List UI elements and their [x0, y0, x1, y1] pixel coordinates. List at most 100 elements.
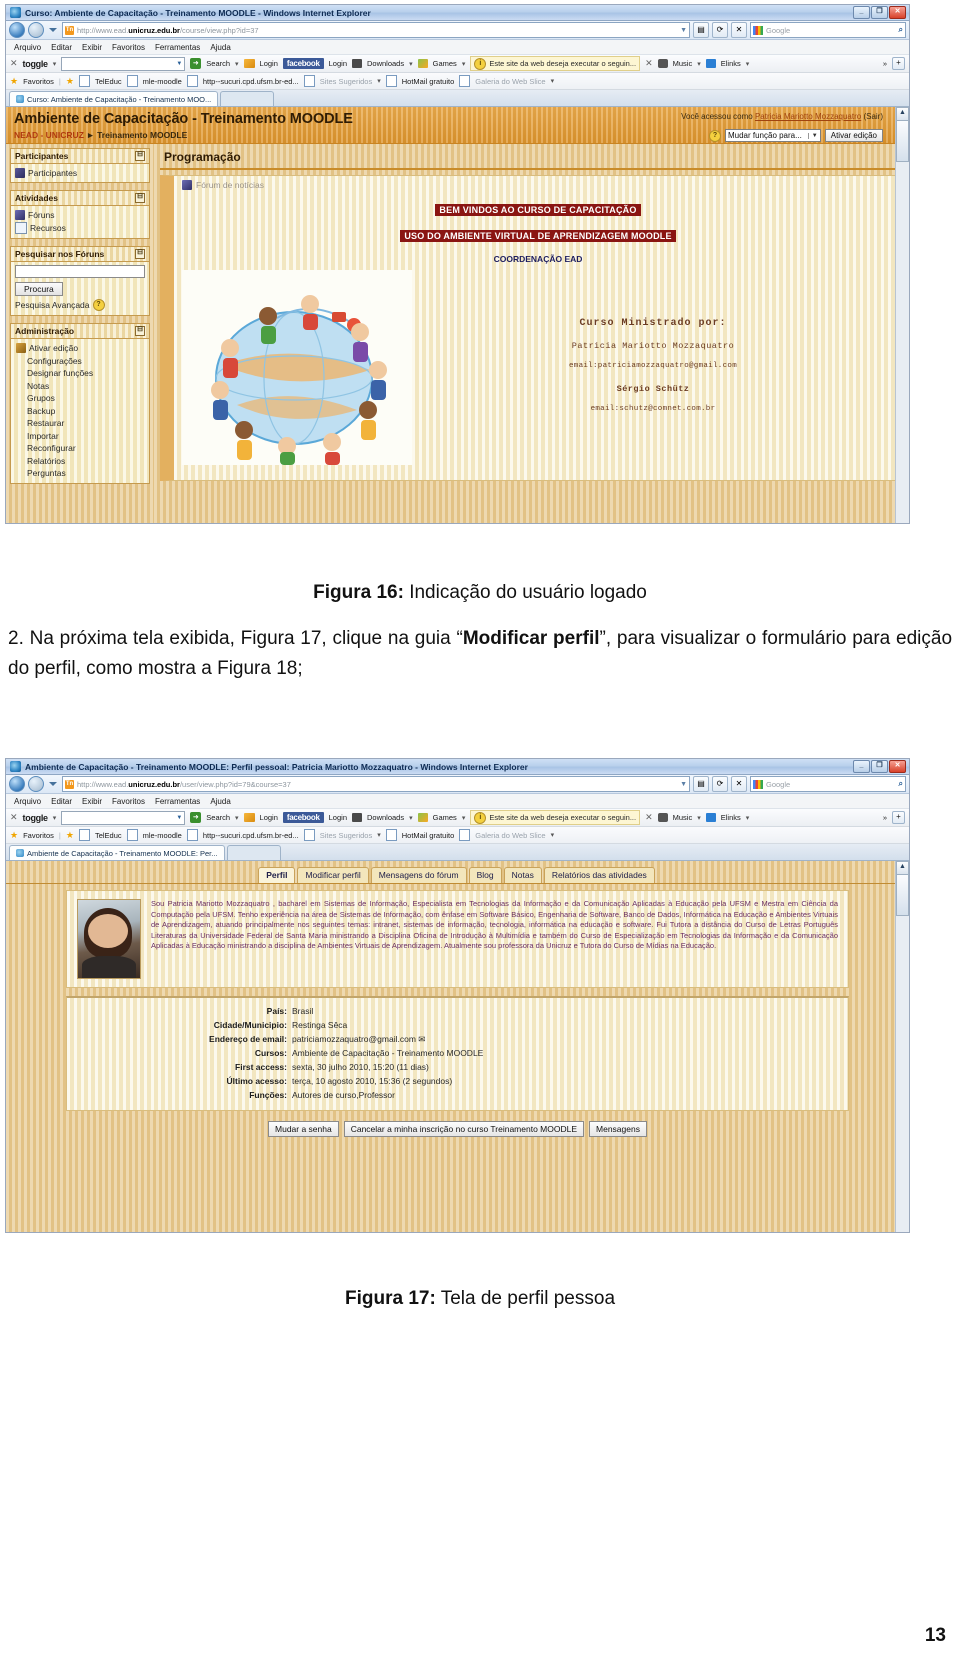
toolbar-search-label[interactable]: Search: [206, 59, 230, 68]
toolbar-search-label[interactable]: Search: [206, 813, 230, 822]
music-chevron-down-icon[interactable]: ▾: [697, 814, 701, 822]
admin-item-importar[interactable]: Importar: [27, 430, 145, 443]
tab-relatorios-das-atividades[interactable]: Relatórios das atividades: [543, 867, 655, 883]
music-label[interactable]: Music: [673, 813, 693, 822]
sidebar-item-participantes[interactable]: Participantes: [15, 167, 145, 179]
sites-sugeridos-chevron-down-icon[interactable]: ▾: [377, 77, 381, 85]
history-dropdown-icon[interactable]: [49, 28, 57, 32]
toolbar-search-input[interactable]: ▼: [61, 56, 186, 71]
toolbar-search-input[interactable]: ▼: [61, 810, 186, 825]
address-bar[interactable]: Tn http://www.ead. unicruz.edu.br /cours…: [62, 22, 690, 38]
downloads-label[interactable]: Downloads: [367, 59, 404, 68]
sidebar-item-recursos[interactable]: Recursos: [15, 221, 145, 235]
tab-modificar-perfil[interactable]: Modificar perfil: [297, 867, 369, 883]
menu-ferramentas[interactable]: Ferramentas: [155, 797, 200, 806]
admin-item-relatorios[interactable]: Relatórios: [27, 455, 145, 468]
address-dropdown-icon[interactable]: ▼: [677, 27, 687, 34]
logout-link[interactable]: (Sair): [861, 112, 883, 121]
messages-button[interactable]: Mensagens: [589, 1121, 647, 1137]
favorites-star-icon[interactable]: ★: [10, 830, 18, 841]
close-toolbar-icon[interactable]: ✕: [10, 58, 18, 69]
admin-item-notas[interactable]: Notas: [27, 380, 145, 393]
search-chevron-down-icon[interactable]: ▾: [235, 814, 239, 822]
menu-exibir[interactable]: Exibir: [82, 797, 102, 806]
music-chevron-down-icon[interactable]: ▾: [697, 60, 701, 68]
web-slice-chevron-down-icon[interactable]: ▾: [551, 831, 555, 839]
minimize-button[interactable]: _: [853, 6, 870, 19]
tab-course[interactable]: Curso: Ambiente de Capacitação - Treinam…: [9, 91, 219, 106]
scroll-up-icon[interactable]: ▲: [896, 861, 909, 875]
fav-teleduc[interactable]: TelEduc: [95, 831, 122, 840]
compatibility-view-icon[interactable]: ▤: [693, 22, 709, 38]
sidebar-item-foruns[interactable]: Fóruns: [15, 209, 145, 221]
toolbar-add-icon[interactable]: +: [892, 57, 905, 70]
menu-favoritos[interactable]: Favoritos: [112, 797, 145, 806]
restore-button[interactable]: ❐: [871, 760, 888, 773]
facebook-login-label[interactable]: Login: [329, 813, 347, 822]
tab-mensagens-do-forum[interactable]: Mensagens do fórum: [370, 867, 467, 883]
address-dropdown-icon[interactable]: ▼: [677, 781, 687, 788]
field-value-email-link[interactable]: patriciamozzaquatro@gmail.com ✉: [292, 1032, 838, 1046]
search-box[interactable]: Google ⌕: [750, 776, 906, 792]
tab-notas[interactable]: Notas: [503, 867, 542, 883]
tab-profile[interactable]: Ambiente de Capacitação - Treinamento MO…: [9, 845, 225, 860]
search-box[interactable]: Google ⌕: [750, 22, 906, 38]
vertical-scrollbar[interactable]: ▲: [895, 107, 909, 523]
forward-icon[interactable]: [28, 22, 44, 38]
breadcrumb-root[interactable]: NEAD - UNICRUZ: [14, 130, 84, 140]
tab-perfil[interactable]: Perfil: [258, 867, 296, 883]
notification-close-icon[interactable]: ✕: [645, 812, 653, 823]
notification-bar[interactable]: i Este site da web deseja executar o seg…: [470, 56, 641, 71]
downloads-chevron-down-icon[interactable]: ▾: [409, 814, 413, 822]
menu-ajuda[interactable]: Ajuda: [210, 43, 230, 52]
fav-hotmail[interactable]: HotMail gratuito: [402, 831, 455, 840]
stop-icon[interactable]: ✕: [731, 22, 747, 38]
minimize-icon[interactable]: ⊟: [135, 193, 145, 203]
refresh-icon[interactable]: ⟳: [712, 22, 728, 38]
fav-mle-moodle[interactable]: mle-moodle: [143, 77, 182, 86]
minimize-button[interactable]: _: [853, 760, 870, 773]
unenrol-button[interactable]: Cancelar a minha inscrição no curso Trei…: [343, 1121, 585, 1137]
minimize-icon[interactable]: ⊟: [135, 326, 145, 336]
search-go-icon[interactable]: ➜: [190, 812, 202, 823]
restore-button[interactable]: ❐: [871, 6, 888, 19]
games-label[interactable]: Games: [433, 59, 457, 68]
toolbar-overflow-icon[interactable]: »: [883, 59, 887, 68]
minimize-icon[interactable]: ⊟: [135, 249, 145, 259]
toolbar-add-icon[interactable]: +: [892, 811, 905, 824]
admin-item-configuracoes[interactable]: Configurações: [27, 355, 145, 368]
close-button[interactable]: ✕: [889, 760, 906, 773]
games-label[interactable]: Games: [433, 813, 457, 822]
toggle-label[interactable]: toggle: [23, 813, 49, 823]
role-select[interactable]: Mudar função para... ▼: [724, 129, 821, 142]
admin-item-reconfigurar[interactable]: Reconfigurar: [27, 442, 145, 455]
menu-ferramentas[interactable]: Ferramentas: [155, 43, 200, 52]
help-icon[interactable]: ?: [92, 299, 105, 311]
menu-editar[interactable]: Editar: [51, 43, 72, 52]
help-icon[interactable]: ?: [708, 129, 721, 142]
scrollbar-thumb[interactable]: [896, 120, 909, 162]
favorites-star2-icon[interactable]: ★: [66, 830, 74, 841]
menu-editar[interactable]: Editar: [51, 797, 72, 806]
toggle-chevron-down-icon[interactable]: ▾: [53, 814, 57, 822]
admin-item-restaurar[interactable]: Restaurar: [27, 417, 145, 430]
scroll-up-icon[interactable]: ▲: [896, 107, 909, 121]
toolbar-login-label[interactable]: Login: [260, 813, 278, 822]
advanced-search-row[interactable]: Pesquisa Avançada ?: [15, 298, 145, 312]
sites-sugeridos-chevron-down-icon[interactable]: ▾: [377, 831, 381, 839]
downloads-label[interactable]: Downloads: [367, 813, 404, 822]
search-go-icon[interactable]: ➜: [190, 58, 202, 69]
address-bar[interactable]: Tn http://www.ead. unicruz.edu.br /user/…: [62, 776, 690, 792]
fav-web-slice[interactable]: Galeria do Web Slice: [475, 831, 545, 840]
fav-sites-sugeridos[interactable]: Sites Sugeridos: [320, 77, 373, 86]
fav-sucuri[interactable]: http--sucuri.cpd.ufsm.br-ed...: [203, 831, 299, 840]
facebook-badge[interactable]: facebook: [282, 812, 324, 823]
tab-blog[interactable]: Blog: [468, 867, 502, 883]
menu-ajuda[interactable]: Ajuda: [210, 797, 230, 806]
turn-editing-on-button[interactable]: Ativar edição: [824, 129, 883, 142]
search-icon[interactable]: ⌕: [899, 25, 903, 35]
admin-item-backup[interactable]: Backup: [27, 405, 145, 418]
fav-hotmail[interactable]: HotMail gratuito: [402, 77, 455, 86]
new-tab-button[interactable]: [226, 845, 281, 860]
elinks-chevron-down-icon[interactable]: ▾: [746, 60, 750, 68]
